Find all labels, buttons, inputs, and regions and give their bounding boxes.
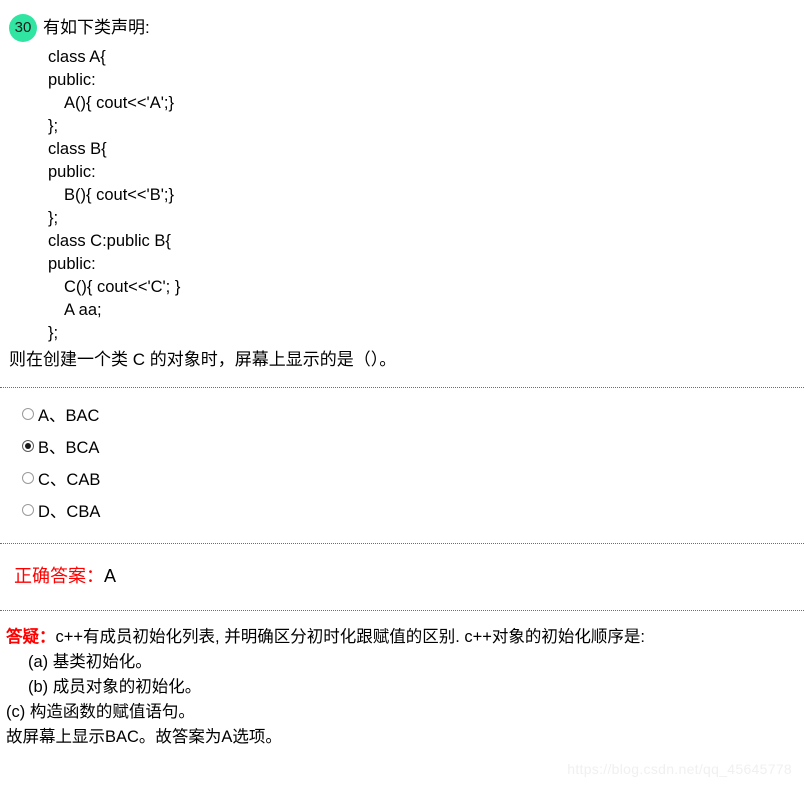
code-line: public: [48,163,96,181]
option-row[interactable]: D、CBA [0,494,804,526]
option-label: B、BCA [38,439,100,457]
radio-button-icon[interactable] [22,504,34,516]
code-line: class A{ [48,48,106,66]
explanation-section: 答疑：c++有成员初始化列表, 并明确区分初时化跟赋值的区别. c++对象的初始… [0,611,804,750]
code-line: public: [48,71,96,89]
question-statement: 则在创建一个类 C 的对象时，屏幕上显示的是（）。 [9,350,397,369]
option-row[interactable]: C、CAB [0,462,804,494]
explanation-label: 答疑： [6,628,56,646]
explanation-line: (c) 构造函数的赋值语句。 [6,703,195,721]
explanation-line: (b) 成员对象的初始化。 [28,678,202,696]
code-line: C(){ cout<<'C'; } [64,278,181,296]
correct-answer-label: 正确答案： [14,566,104,586]
explanation-lines: (a) 基类初始化。 (b) 成员对象的初始化。 (c) 构造函数的赋值语句。故屏幕… [6,650,804,750]
radio-button-icon[interactable] [22,440,34,452]
code-line: }; [48,209,59,227]
question-header: 30 有如下类声明: [0,0,804,42]
option-row[interactable]: A、BAC [0,398,804,430]
correct-answer-value: A [104,566,117,586]
option-label: A、BAC [38,407,100,425]
explanation-line: 故屏幕上显示BAC。故答案为A选项。 [6,728,282,746]
code-line: A(){ cout<<'A';} [64,94,174,112]
watermark: https://blog.csdn.net/qq_45645778 [567,761,792,777]
radio-button-icon[interactable] [22,472,34,484]
correct-answer-row: 正确答案：A [0,544,804,588]
code-line: public: [48,255,96,273]
code-line: }; [48,324,59,342]
code-line: class B{ [48,140,107,158]
option-label: C、CAB [38,471,101,489]
options-list: A、BAC B、BCA C、CAB D、CBA [0,388,804,526]
code-line: class C:public B{ [48,232,171,250]
code-line: A aa; [64,301,102,319]
explanation-first-line: 答疑：c++有成员初始化列表, 并明确区分初时化跟赋值的区别. c++对象的初始… [6,625,804,650]
option-row[interactable]: B、BCA [0,430,804,462]
explanation-line: (a) 基类初始化。 [28,653,152,671]
question-number-badge: 30 [9,14,37,42]
explanation-lead-text: c++有成员初始化列表, 并明确区分初时化跟赋值的区别. c++对象的初始化顺序… [55,628,645,646]
radio-button-icon[interactable] [22,408,34,420]
code-block: class A{ public: A(){ cout<<'A';}}; class B… [48,46,804,345]
code-line: B(){ cout<<'B';} [64,186,174,204]
page-title: 有如下类声明: [43,18,150,37]
option-label: D、CBA [38,503,101,521]
code-line: }; [48,117,59,135]
